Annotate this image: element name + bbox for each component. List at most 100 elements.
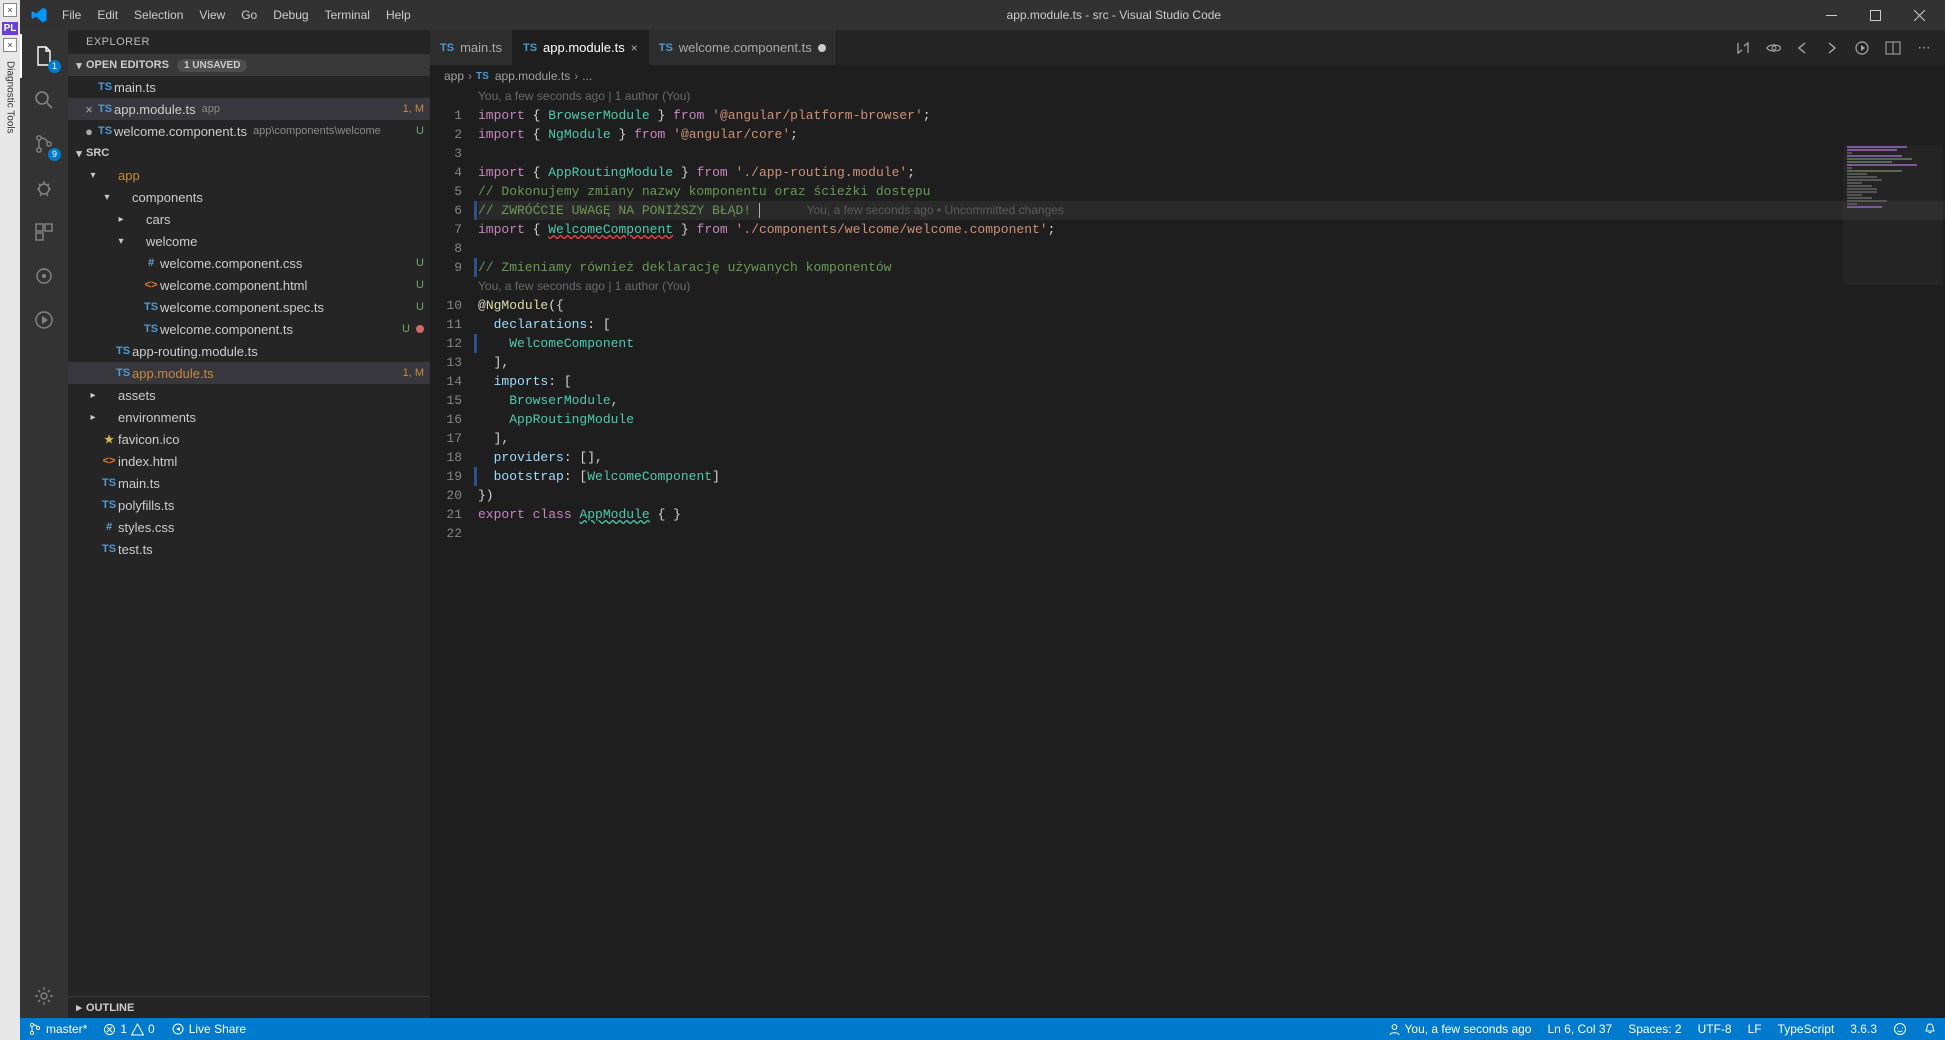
open-changes-icon[interactable]: [1765, 40, 1783, 56]
editor-tab[interactable]: TSapp.module.ts×: [513, 30, 649, 65]
window-close-button[interactable]: [1897, 0, 1941, 30]
side-strip-pl-badge[interactable]: PL: [2, 22, 19, 35]
menu-edit[interactable]: Edit: [89, 4, 126, 26]
window-maximize-button[interactable]: [1853, 0, 1897, 30]
status-eol[interactable]: LF: [1740, 1018, 1770, 1040]
file-tree-item[interactable]: ▸assets: [68, 384, 430, 406]
activity-scm[interactable]: 9: [20, 122, 68, 166]
file-tree-item[interactable]: TSpolyfills.ts: [68, 494, 430, 516]
file-tree-item[interactable]: <>welcome.component.htmlU: [68, 274, 430, 296]
split-editor-icon[interactable]: [1885, 40, 1903, 56]
nav-fwd-icon[interactable]: [1825, 41, 1843, 55]
open-editors-header[interactable]: ▾ OPEN EDITORS 1 UNSAVED: [68, 54, 430, 76]
menu-selection[interactable]: Selection: [126, 4, 191, 26]
activity-explorer[interactable]: 1: [20, 34, 68, 78]
code-line[interactable]: export class AppModule { }: [478, 505, 1945, 524]
open-editor-item[interactable]: ●TSwelcome.component.tsapp\components\we…: [68, 120, 430, 142]
minimap[interactable]: [1843, 145, 1943, 285]
status-feedback[interactable]: [1885, 1018, 1915, 1040]
code-line[interactable]: import { AppRoutingModule } from './app-…: [478, 163, 1945, 182]
code-line[interactable]: ],: [478, 429, 1945, 448]
code-line[interactable]: [478, 144, 1945, 163]
file-tree-item[interactable]: ★favicon.ico: [68, 428, 430, 450]
menu-terminal[interactable]: Terminal: [317, 4, 378, 26]
breadcrumb[interactable]: app › TS app.module.ts › ...: [430, 65, 1945, 87]
activity-search[interactable]: [20, 78, 68, 122]
menu-view[interactable]: View: [191, 4, 233, 26]
code-line[interactable]: import { NgModule } from '@angular/core'…: [478, 125, 1945, 144]
editor-tab[interactable]: TSwelcome.component.ts: [649, 30, 837, 65]
side-strip-diagnostic-label[interactable]: Diagnostic Tools: [5, 61, 16, 134]
code-line[interactable]: // Zmieniamy również deklarację używanyc…: [478, 258, 1945, 277]
menu-file[interactable]: File: [54, 4, 89, 26]
breadcrumb-more[interactable]: ...: [582, 69, 592, 83]
code-line[interactable]: }): [478, 486, 1945, 505]
file-tree-item[interactable]: ▾app: [68, 164, 430, 186]
code-line[interactable]: providers: [],: [478, 448, 1945, 467]
side-strip-close[interactable]: ×: [3, 3, 17, 17]
code-line[interactable]: // Dokonujemy zmiany nazwy komponentu or…: [478, 182, 1945, 201]
file-tree-item[interactable]: TStest.ts: [68, 538, 430, 560]
activity-extensions[interactable]: [20, 210, 68, 254]
more-icon[interactable]: ⋯: [1915, 40, 1933, 56]
window-minimize-button[interactable]: [1809, 0, 1853, 30]
status-blame[interactable]: You, a few seconds ago: [1380, 1018, 1540, 1040]
menu-debug[interactable]: Debug: [265, 4, 316, 26]
code-line[interactable]: [478, 524, 1945, 543]
status-ts-version[interactable]: 3.6.3: [1842, 1018, 1885, 1040]
close-icon[interactable]: ×: [82, 102, 96, 117]
activity-gitlens[interactable]: [20, 254, 68, 298]
code-line[interactable]: imports: [: [478, 372, 1945, 391]
file-tree-item[interactable]: ▸cars: [68, 208, 430, 230]
status-language[interactable]: TypeScript: [1770, 1018, 1843, 1040]
file-tree-item[interactable]: ▾components: [68, 186, 430, 208]
file-tree-item[interactable]: TSwelcome.component.tsU: [68, 318, 430, 340]
code-line[interactable]: // ZWRÓĆCIE UWAGĘ NA PONIŻSZY BŁĄD! You,…: [478, 201, 1945, 220]
run-icon[interactable]: [1855, 41, 1873, 55]
nav-back-icon[interactable]: [1795, 41, 1813, 55]
file-tree-item[interactable]: TSmain.ts: [68, 472, 430, 494]
code-line[interactable]: WelcomeComponent: [478, 334, 1945, 353]
breadcrumb-file[interactable]: app.module.ts: [495, 69, 570, 83]
file-tree-item[interactable]: #styles.css: [68, 516, 430, 538]
code-editor[interactable]: 123456789 10111213141516171819202122 You…: [430, 87, 1945, 1018]
code-line[interactable]: AppRoutingModule: [478, 410, 1945, 429]
code-line[interactable]: BrowserModule,: [478, 391, 1945, 410]
code-line[interactable]: @NgModule({: [478, 296, 1945, 315]
compare-changes-icon[interactable]: [1735, 40, 1753, 56]
code-line[interactable]: import { WelcomeComponent } from './comp…: [478, 220, 1945, 239]
code-line[interactable]: ],: [478, 353, 1945, 372]
side-strip-close-2[interactable]: ×: [3, 38, 17, 52]
menu-go[interactable]: Go: [233, 4, 265, 26]
code-line[interactable]: import { BrowserModule } from '@angular/…: [478, 106, 1945, 125]
codelens[interactable]: You, a few seconds ago | 1 author (You): [478, 87, 1945, 106]
status-encoding[interactable]: UTF-8: [1690, 1018, 1740, 1040]
status-bell[interactable]: [1915, 1018, 1945, 1040]
status-cursor[interactable]: Ln 6, Col 37: [1539, 1018, 1620, 1040]
code-line[interactable]: bootstrap: [WelcomeComponent]: [478, 467, 1945, 486]
activity-debug[interactable]: [20, 166, 68, 210]
file-tree-item[interactable]: ▸environments: [68, 406, 430, 428]
code-line[interactable]: declarations: [: [478, 315, 1945, 334]
tab-close-icon[interactable]: ×: [631, 41, 638, 55]
breadcrumb-folder[interactable]: app: [444, 69, 464, 83]
status-branch[interactable]: master*: [20, 1018, 95, 1040]
menu-help[interactable]: Help: [378, 4, 419, 26]
codelens[interactable]: You, a few seconds ago | 1 author (You): [478, 277, 1945, 296]
open-editor-item[interactable]: TSmain.ts: [68, 76, 430, 98]
open-editor-item[interactable]: ×TSapp.module.tsapp1, M: [68, 98, 430, 120]
activity-settings[interactable]: [20, 974, 68, 1018]
status-liveshare[interactable]: Live Share: [163, 1018, 254, 1040]
status-problems[interactable]: 1 0: [95, 1018, 162, 1040]
editor-tab[interactable]: TSmain.ts: [430, 30, 513, 65]
code-content[interactable]: You, a few seconds ago | 1 author (You)i…: [478, 87, 1945, 1018]
status-spaces[interactable]: Spaces: 2: [1620, 1018, 1689, 1040]
activity-test[interactable]: [20, 298, 68, 342]
file-tree-item[interactable]: TSapp-routing.module.ts: [68, 340, 430, 362]
project-header[interactable]: ▾ SRC: [68, 142, 430, 164]
outline-header[interactable]: ▸ OUTLINE: [68, 996, 430, 1018]
file-tree-item[interactable]: TSwelcome.component.spec.tsU: [68, 296, 430, 318]
file-tree-item[interactable]: ▾welcome: [68, 230, 430, 252]
file-tree-item[interactable]: #welcome.component.cssU: [68, 252, 430, 274]
code-line[interactable]: [478, 239, 1945, 258]
